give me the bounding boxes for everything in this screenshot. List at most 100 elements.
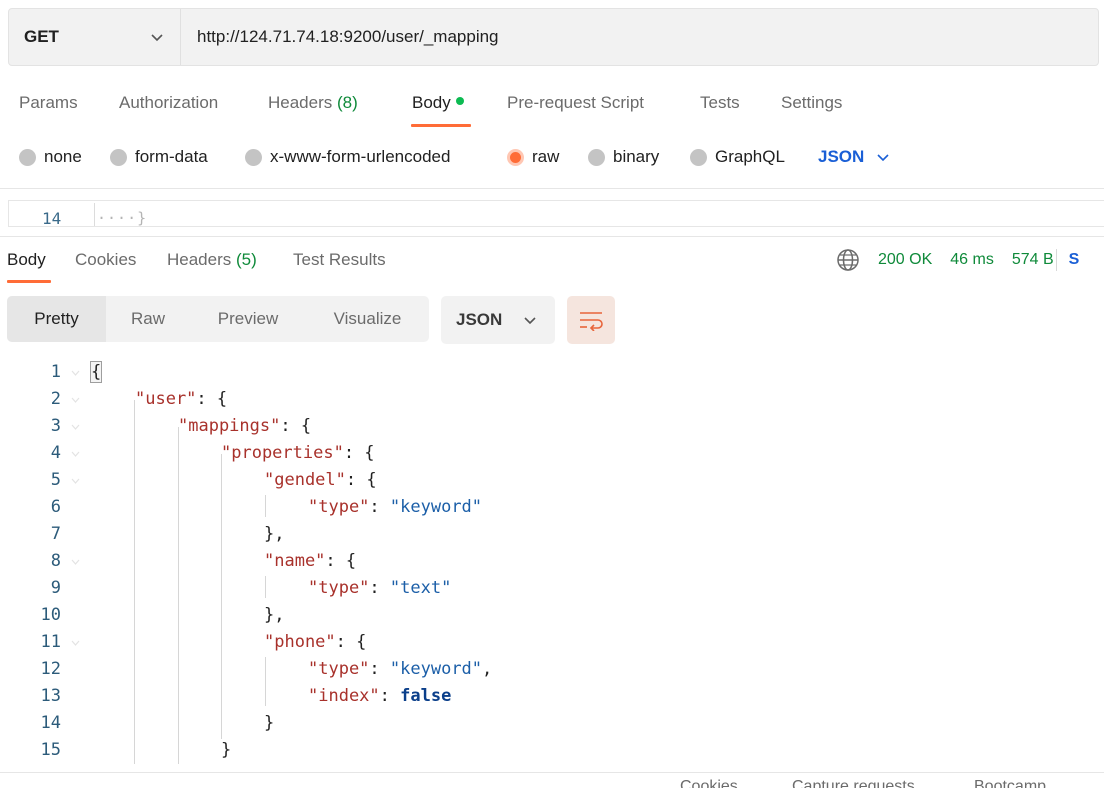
fold-chevron-icon[interactable]: [71, 451, 80, 457]
fold-chevron-icon[interactable]: [71, 559, 80, 565]
divider: [0, 772, 1104, 773]
radio-x-www-form-urlencoded[interactable]: x-www-form-urlencoded: [245, 144, 450, 170]
fold-chevron-icon[interactable]: [71, 640, 80, 646]
json-punct: : {: [335, 632, 367, 652]
response-time[interactable]: 46 ms: [950, 251, 994, 269]
status-code[interactable]: 200 OK: [878, 251, 932, 269]
tab-authorization[interactable]: Authorization: [119, 90, 218, 116]
globe-icon[interactable]: [836, 248, 860, 272]
tab-label: Params: [19, 93, 78, 112]
code-line: 5 "gendel": {: [0, 467, 1104, 494]
line-number: 14: [42, 209, 62, 227]
request-body-editor[interactable]: 14 ····}: [8, 200, 1104, 227]
url-input[interactable]: http://124.71.74.18:9200/user/_mapping: [181, 27, 499, 47]
response-format-label: JSON: [456, 310, 503, 329]
line-number: 15: [40, 740, 61, 760]
fold-chevron-icon[interactable]: [71, 370, 80, 376]
tab-label: Settings: [781, 93, 843, 112]
radio-label: none: [44, 147, 82, 166]
line-number: 8: [50, 551, 61, 571]
json-punct: },: [264, 524, 285, 544]
json-punct: : {: [325, 551, 357, 571]
view-visualize[interactable]: Visualize: [306, 296, 429, 342]
response-status: 200 OK 46 ms 574 B S: [836, 247, 1079, 273]
tab-response-body[interactable]: Body: [7, 247, 46, 273]
divider: [1055, 249, 1057, 271]
radio-circle: [19, 148, 36, 166]
headers-count: (5): [236, 250, 257, 269]
response-format-select[interactable]: JSON: [441, 296, 555, 344]
tab-headers[interactable]: Headers (8): [268, 90, 358, 116]
json-key: "phone": [264, 632, 336, 652]
radio-none[interactable]: none: [19, 144, 82, 170]
radio-circle: [245, 148, 262, 166]
code-line: 8 "name": {: [0, 548, 1104, 575]
radio-graphql[interactable]: GraphQL: [690, 144, 785, 170]
json-punct: }: [264, 713, 275, 733]
radio-label: form-data: [135, 147, 208, 166]
json-string: "keyword": [389, 497, 483, 517]
divider: [0, 188, 1104, 189]
body-type-options: none form-data x-www-form-urlencoded raw…: [0, 144, 950, 170]
response-body-viewer[interactable]: 1 { 2 "user": { 3 "mappings": { 4 "prope…: [0, 358, 1104, 764]
footer-cookies[interactable]: Cookies: [680, 778, 738, 788]
pane-divider[interactable]: [0, 236, 1104, 237]
fold-chevron-icon[interactable]: [71, 397, 80, 403]
body-format-select[interactable]: JSON: [818, 144, 890, 170]
line-number: 11: [40, 632, 61, 652]
active-tab-underline: [411, 124, 471, 127]
radio-circle: [588, 148, 605, 166]
line-number: 14: [40, 713, 61, 733]
code-line: 15 }: [0, 737, 1104, 764]
footer-capture-requests[interactable]: Capture requests: [792, 778, 915, 788]
json-punct: : {: [343, 443, 375, 463]
tab-params[interactable]: Params: [19, 90, 78, 116]
json-string: "keyword": [389, 659, 483, 679]
tab-test-results[interactable]: Test Results: [293, 247, 386, 273]
json-key: "type": [308, 578, 370, 598]
json-punct: : {: [345, 470, 377, 490]
line-number: 9: [50, 578, 61, 598]
view-preview[interactable]: Preview: [190, 296, 306, 342]
wrap-lines-button[interactable]: [567, 296, 615, 344]
line-number: 13: [40, 686, 61, 706]
tab-label: Test Results: [293, 250, 386, 269]
json-punct: ,: [482, 659, 493, 679]
json-key: "gendel": [264, 470, 346, 490]
tab-cookies[interactable]: Cookies: [75, 247, 136, 273]
request-tabs: Params Authorization Headers (8) Body Pr…: [0, 90, 900, 130]
request-url-bar: GET http://124.71.74.18:9200/user/_mappi…: [8, 8, 1099, 66]
json-key: "index": [308, 686, 380, 706]
tab-label: Headers: [167, 250, 232, 269]
view-pretty[interactable]: Pretty: [7, 296, 106, 342]
tab-label: Body: [7, 250, 46, 269]
save-response-button[interactable]: S: [1069, 251, 1080, 269]
tab-body[interactable]: Body: [412, 90, 464, 116]
radio-raw[interactable]: raw: [507, 144, 559, 170]
tab-tests[interactable]: Tests: [700, 90, 740, 116]
code-line: 11 "phone": {: [0, 629, 1104, 656]
radio-circle: [110, 148, 127, 166]
wrap-lines-icon: [580, 312, 603, 331]
json-punct: },: [264, 605, 285, 625]
tab-response-headers[interactable]: Headers (5): [167, 247, 257, 273]
json-punct: : {: [196, 389, 228, 409]
json-punct: : {: [280, 416, 312, 436]
radio-label: raw: [532, 147, 560, 166]
tab-label: Headers: [268, 93, 333, 112]
radio-form-data[interactable]: form-data: [110, 144, 208, 170]
active-tab-underline: [7, 280, 51, 283]
headers-count: (8): [337, 93, 358, 112]
response-size[interactable]: 574 B: [1012, 251, 1054, 269]
method-select[interactable]: GET: [9, 9, 181, 65]
footer-bootcamp[interactable]: Bootcamp: [974, 778, 1046, 788]
json-brace: {: [89, 361, 103, 383]
tab-pre-request-script[interactable]: Pre-request Script: [507, 90, 644, 116]
radio-binary[interactable]: binary: [588, 144, 659, 170]
view-raw[interactable]: Raw: [106, 296, 190, 342]
tab-label: Authorization: [119, 93, 219, 112]
radio-label: GraphQL: [715, 147, 785, 166]
fold-chevron-icon[interactable]: [71, 478, 80, 484]
fold-chevron-icon[interactable]: [71, 424, 80, 430]
tab-settings[interactable]: Settings: [781, 90, 842, 116]
